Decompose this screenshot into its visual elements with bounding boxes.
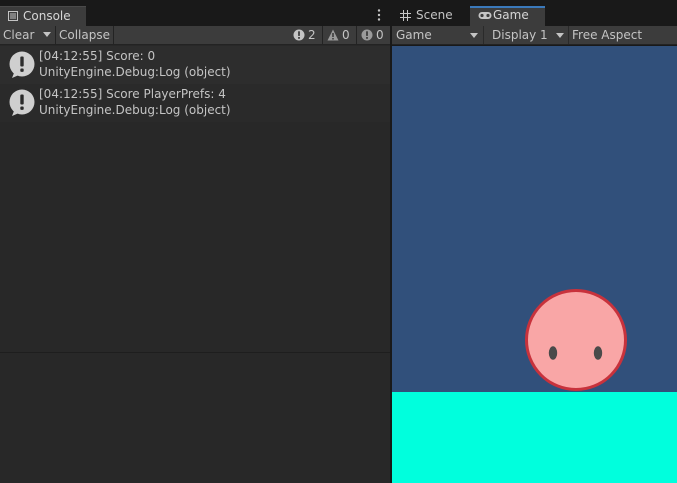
clear-options-chevron-icon[interactable] — [42, 32, 52, 38]
tab-game-label: Game — [493, 8, 529, 22]
toolbar-divider — [356, 26, 357, 44]
game-viewport[interactable] — [392, 46, 677, 483]
toolbar-divider — [322, 26, 323, 44]
player-character — [525, 289, 627, 391]
toolbar-divider — [113, 26, 114, 44]
chevron-down-icon — [556, 33, 564, 38]
tab-scene[interactable]: Scene — [392, 6, 470, 26]
chevron-down-icon — [470, 33, 478, 38]
log-count-toggle[interactable]: 2 — [293, 27, 323, 43]
log-entry[interactable]: [04:12:55] Score PlayerPrefs: 4 UnityEng… — [0, 84, 390, 122]
game-toolbar: Game Display 1 Free Aspect — [392, 26, 677, 45]
ground — [392, 392, 677, 483]
log-entry[interactable]: [04:12:55] Score: 0 UnityEngine.Debug:Lo… — [0, 46, 390, 84]
console-detail-splitter[interactable] — [0, 352, 390, 353]
log-count: 2 — [308, 28, 316, 42]
console-icon — [8, 11, 18, 21]
display-value: Display 1 — [492, 28, 548, 42]
tab-scene-label: Scene — [416, 8, 453, 22]
console-panel: Console Clear Collapse 2 0 0 [04:12:55] … — [0, 0, 390, 483]
console-tab[interactable]: Console — [0, 6, 86, 26]
display-dropdown[interactable]: Display 1 — [484, 26, 568, 44]
error-count-toggle[interactable]: 0 — [361, 27, 389, 43]
log-message: [04:12:55] Score: 0 — [39, 49, 156, 63]
warning-count-toggle[interactable]: 0 — [327, 27, 357, 43]
gamepad-icon — [478, 12, 492, 19]
display-mode-dropdown[interactable]: Game — [392, 26, 482, 44]
grid-icon — [400, 10, 411, 21]
aspect-value: Free Aspect — [572, 28, 643, 42]
game-tab-bar: Scene Game — [392, 0, 677, 26]
game-panel: Scene Game Game Display 1 Free Aspect — [392, 0, 677, 483]
info-message-icon — [9, 89, 35, 116]
error-icon — [361, 29, 373, 41]
toolbar-divider — [55, 26, 56, 44]
player-right-eye — [593, 346, 603, 360]
info-icon — [293, 29, 305, 41]
console-tab-label: Console — [23, 9, 71, 23]
log-message: [04:12:55] Score PlayerPrefs: 4 — [39, 87, 226, 101]
tab-game[interactable]: Game — [470, 6, 545, 26]
log-stack-trace: UnityEngine.Debug:Log (object) — [39, 65, 231, 79]
console-tab-bar: Console — [0, 0, 390, 26]
kebab-menu-icon[interactable] — [376, 8, 382, 22]
warning-icon — [327, 29, 339, 41]
warning-count: 0 — [342, 28, 350, 42]
error-count: 0 — [376, 28, 384, 42]
collapse-button[interactable]: Collapse — [59, 26, 110, 44]
display-mode-value: Game — [396, 28, 432, 42]
player-left-eye — [548, 346, 558, 360]
console-toolbar: Clear Collapse 2 0 0 — [0, 26, 390, 45]
aspect-dropdown[interactable]: Free Aspect — [569, 26, 677, 44]
log-stack-trace: UnityEngine.Debug:Log (object) — [39, 103, 231, 117]
clear-button[interactable]: Clear — [3, 26, 34, 44]
info-message-icon — [9, 51, 35, 78]
